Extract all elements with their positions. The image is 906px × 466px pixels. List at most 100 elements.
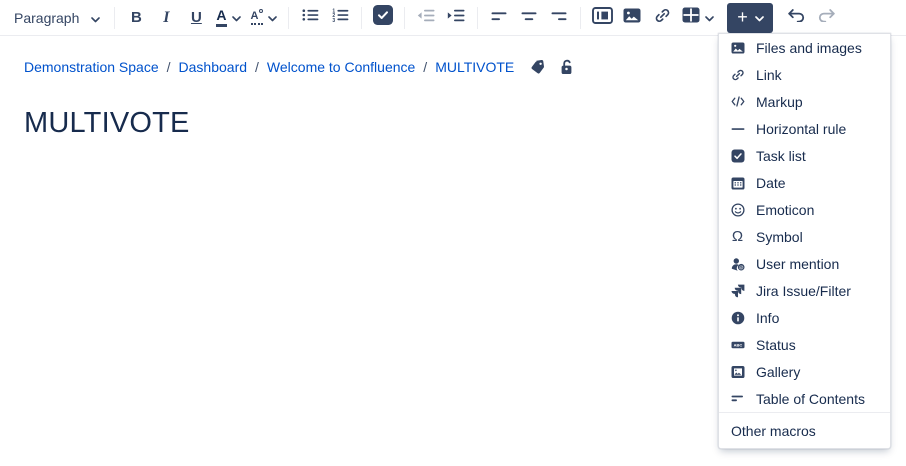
- underline-button[interactable]: U: [181, 3, 211, 33]
- breadcrumb-dashboard[interactable]: Dashboard: [179, 59, 248, 75]
- toolbar-divider: [580, 7, 581, 29]
- menu-item-user-mention[interactable]: @ User mention: [719, 250, 890, 277]
- user-mention-icon: @: [730, 257, 745, 271]
- menu-item-symbol[interactable]: Ω Symbol: [719, 223, 890, 250]
- menu-item-link[interactable]: Link: [719, 61, 890, 88]
- menu-item-emoticon[interactable]: Emoticon: [719, 196, 890, 223]
- menu-item-label: Date: [756, 175, 786, 191]
- menu-item-jira-issue-filter[interactable]: Jira Issue/Filter: [719, 277, 890, 304]
- menu-item-other-macros[interactable]: Other macros: [719, 412, 890, 448]
- menu-item-date[interactable]: Date: [719, 169, 890, 196]
- image-icon: [623, 8, 641, 28]
- menu-item-files-and-images[interactable]: Files and images: [719, 34, 890, 61]
- emoticon-icon: [730, 203, 745, 217]
- undo-button[interactable]: [781, 3, 811, 33]
- numbered-list-icon: 123: [332, 8, 349, 27]
- breadcrumb-separator: /: [255, 59, 259, 75]
- labels-tag-icon[interactable]: [530, 59, 546, 75]
- breadcrumb-multivote[interactable]: MULTIVOTE: [435, 59, 514, 75]
- svg-text:@: @: [738, 265, 743, 271]
- bold-icon: B: [131, 9, 142, 26]
- table-of-contents-icon: [730, 392, 745, 406]
- align-center-icon: [521, 9, 537, 27]
- page-title: MULTIVOTE: [24, 107, 190, 140]
- indent-icon: [447, 9, 465, 27]
- menu-item-info[interactable]: Info: [719, 304, 890, 331]
- svg-text:3: 3: [332, 18, 335, 22]
- menu-item-gallery[interactable]: Gallery: [719, 358, 890, 385]
- page-layout-button[interactable]: [587, 3, 617, 33]
- undo-icon: [787, 9, 806, 27]
- date-icon: [730, 176, 745, 190]
- toolbar-divider: [404, 7, 405, 29]
- menu-item-label: Status: [756, 337, 796, 353]
- chevron-down-icon: [755, 9, 764, 27]
- menu-item-label: Gallery: [756, 364, 800, 380]
- italic-icon: I: [163, 9, 169, 27]
- italic-button[interactable]: I: [151, 3, 181, 33]
- text-color-icon: A: [216, 8, 226, 27]
- breadcrumb: Demonstration Space / Dashboard / Welcom…: [24, 59, 574, 75]
- info-icon: [730, 311, 745, 325]
- insert-files-images-button[interactable]: [617, 3, 647, 33]
- other-macros-label: Other macros: [731, 423, 816, 439]
- toolbar-divider: [114, 7, 115, 29]
- files-and-images-icon: [730, 42, 745, 54]
- menu-item-label: Symbol: [756, 229, 803, 245]
- menu-item-label: Files and images: [756, 40, 862, 56]
- align-right-button[interactable]: [544, 3, 574, 33]
- menu-item-label: Horizontal rule: [756, 121, 846, 137]
- breadcrumb-separator: /: [423, 59, 427, 75]
- insert-more-content-button[interactable]: +: [727, 3, 773, 33]
- unlock-icon[interactable]: [559, 59, 574, 75]
- menu-item-label: Link: [756, 67, 782, 83]
- task-checkbox-icon: [373, 5, 393, 30]
- bold-button[interactable]: B: [121, 3, 151, 33]
- breadcrumb-welcome-to-confluence[interactable]: Welcome to Confluence: [267, 59, 415, 75]
- symbol-icon: Ω: [730, 229, 745, 244]
- insert-link-button[interactable]: [647, 3, 677, 33]
- gallery-icon: [730, 365, 745, 379]
- menu-item-label: Emoticon: [756, 202, 814, 218]
- task-list-icon: [730, 149, 745, 163]
- svg-text:ABC: ABC: [733, 342, 742, 347]
- more-formatting-button[interactable]: A: [246, 3, 283, 33]
- horizontal-rule-icon: [730, 122, 745, 136]
- redo-icon: [817, 9, 836, 27]
- task-list-button[interactable]: [368, 3, 398, 33]
- align-center-button[interactable]: [514, 3, 544, 33]
- chevron-down-icon: [91, 10, 100, 26]
- outdent-button: [411, 3, 441, 33]
- toolbar-divider: [361, 7, 362, 29]
- breadcrumb-separator: /: [167, 59, 171, 75]
- numbered-list-button[interactable]: 123: [325, 3, 355, 33]
- menu-item-status[interactable]: ABC Status: [719, 331, 890, 358]
- link-icon: [730, 68, 745, 82]
- bullet-list-button[interactable]: [295, 3, 325, 33]
- jira-icon: [730, 284, 745, 298]
- align-left-icon: [491, 9, 507, 27]
- insert-table-button[interactable]: [677, 3, 719, 33]
- breadcrumb-demonstration-space[interactable]: Demonstration Space: [24, 59, 159, 75]
- chevron-down-icon: [232, 9, 241, 27]
- paragraph-style-select[interactable]: Paragraph: [8, 6, 108, 30]
- indent-button[interactable]: [441, 3, 471, 33]
- menu-item-table-of-contents[interactable]: Table of Contents: [719, 385, 890, 412]
- toolbar-divider: [477, 7, 478, 29]
- menu-item-task-list[interactable]: Task list: [719, 142, 890, 169]
- menu-item-label: User mention: [756, 256, 839, 272]
- page-layout-icon: [592, 7, 613, 29]
- redo-button: [811, 3, 841, 33]
- bullet-list-icon: [302, 8, 319, 27]
- underline-icon: U: [191, 9, 202, 26]
- more-formatting-icon: A: [251, 11, 264, 25]
- align-left-button[interactable]: [484, 3, 514, 33]
- menu-item-markup[interactable]: Markup: [719, 88, 890, 115]
- chevron-down-icon: [705, 9, 714, 27]
- text-color-button[interactable]: A: [211, 3, 245, 33]
- menu-item-horizontal-rule[interactable]: Horizontal rule: [719, 115, 890, 142]
- menu-item-label: Task list: [756, 148, 806, 164]
- align-right-icon: [551, 9, 567, 27]
- toolbar-divider: [288, 7, 289, 29]
- plus-icon: +: [737, 8, 748, 26]
